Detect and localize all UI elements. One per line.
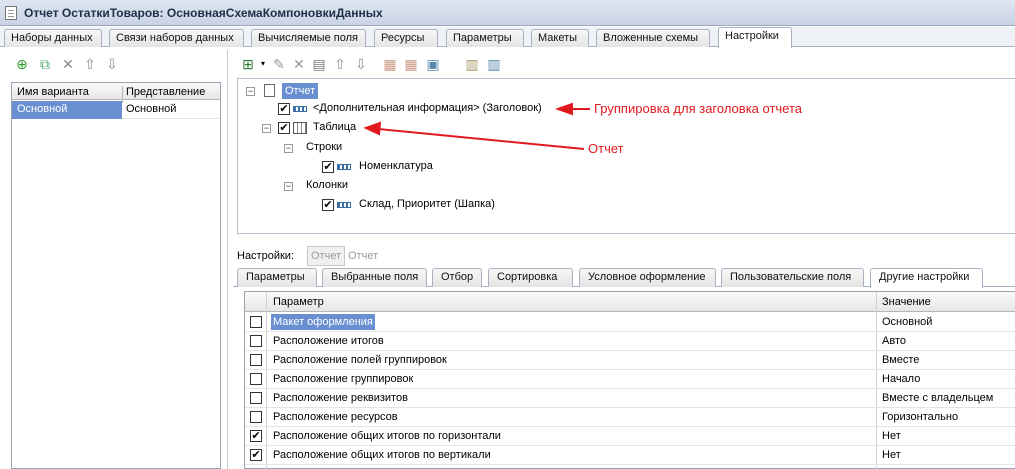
param-checkbox[interactable]: ✔ [250,430,262,442]
table-row[interactable]: Расположение реквизитов Вместе с владель… [245,389,1015,408]
param-name[interactable]: Расположение полей группировок [273,354,447,366]
move-up-icon[interactable]: ⇧ [332,56,348,72]
param-value[interactable]: Начало [882,373,920,385]
param-checkbox[interactable] [250,316,262,328]
column-header-parameter[interactable]: Параметр [273,296,324,308]
table-row[interactable]: ✔ Расположение общих итогов по вертикали… [245,446,1015,465]
column-header-presentation[interactable]: Представление [126,86,205,98]
edit-icon[interactable]: ✎ [271,56,287,72]
chevron-down-icon[interactable]: ▾ [255,56,271,72]
move-down-icon[interactable]: ⇩ [104,56,120,72]
variants-table: Имя варианта Представление Основной Осно… [11,82,221,469]
param-checkbox[interactable]: ✔ [250,449,262,461]
table-header: Параметр Значение [245,292,1015,312]
structure-panel: ⊞ ▾ ✎ ✕ ▤ ⇧ ⇩ ▦ ▦ ▣ ▥ ▥ − Отчет ✔ <Допол… [233,50,1015,469]
param-value[interactable]: Вместе с владельцем [882,392,993,404]
param-checkbox[interactable] [250,373,262,385]
param-name[interactable]: Расположение реквизитов [273,392,408,404]
annotation-group-header: Группировка для заголовка отчета [594,101,803,116]
tab-selected-fields[interactable]: Выбранные поля [322,268,427,287]
tab-parameters[interactable]: Параметры [237,268,317,287]
table-row[interactable]: Расположение группировок Начало [245,370,1015,389]
window-titlebar: Отчет ОстаткиТоваров: ОсновнаяСхемаКомпо… [0,0,1015,26]
move-down-icon[interactable]: ⇩ [353,56,369,72]
tab-filter[interactable]: Отбор [432,268,482,287]
tab-dataset-links[interactable]: Связи наборов данных [109,29,244,47]
tab-settings[interactable]: Настройки [718,27,792,48]
copy-icon[interactable]: ⧉ [37,56,53,72]
settings-report-icon[interactable]: ▣ [425,56,441,72]
column-header-variant-name[interactable]: Имя варианта [17,86,89,98]
window-title: Отчет ОстаткиТоваров: ОсновнаяСхемаКомпо… [24,6,383,20]
settings-tab-bar: Параметры Выбранные поля Отбор Сортировк… [233,268,1015,288]
tab-resources[interactable]: Ресурсы [374,29,438,47]
settings-icon[interactable]: ▦ [382,56,398,72]
top-tab-bar: Наборы данных Связи наборов данных Вычис… [0,27,1015,48]
settings-label: Настройки: [237,250,294,262]
tab-user-fields[interactable]: Пользовательские поля [721,268,864,287]
tab-datasets[interactable]: Наборы данных [4,29,102,47]
structure-tree: − Отчет ✔ <Дополнительная информация> (З… [237,78,1015,234]
param-checkbox[interactable] [250,335,262,347]
other-settings-table: Параметр Значение Макет оформления Основ… [244,291,1015,469]
table-row[interactable]: Расположение итогов Авто [245,332,1015,351]
param-value[interactable]: Нет [882,449,901,461]
variants-table-header: Имя варианта Представление [12,83,220,103]
settings-report-link[interactable]: Отчет [348,250,378,262]
table-row[interactable]: Расположение полей группировок Вместе [245,351,1015,370]
table-row[interactable]: Макет оформления Основной [245,313,1015,332]
variants-panel: ⊕ ⧉ ✕ ⇧ ⇩ Имя варианта Представление Осн… [7,50,228,469]
tab-parameters[interactable]: Параметры [446,29,524,47]
chart-view-icon[interactable]: ▥ [486,56,502,72]
param-checkbox[interactable] [250,354,262,366]
param-value[interactable]: Основной [882,316,932,328]
annotation-report: Отчет [588,141,624,156]
table-row[interactable]: Основной Основной [12,101,220,119]
delete-icon[interactable]: ✕ [291,56,307,72]
param-name[interactable]: Расположение общих итогов по вертикали [273,449,491,461]
tab-sort[interactable]: Сортировка [488,268,573,287]
param-value[interactable]: Нет [882,430,901,442]
delete-icon[interactable]: ✕ [60,56,76,72]
param-value[interactable]: Авто [882,335,906,347]
table-row[interactable]: ✔ Расположение общих итогов по горизонта… [245,427,1015,446]
add-group-icon[interactable]: ⊞ [240,56,256,72]
param-name[interactable]: Макет оформления [271,314,375,330]
variant-presentation-cell[interactable]: Основной [123,101,220,119]
param-name[interactable]: Расположение группировок [273,373,413,385]
param-name[interactable]: Расположение ресурсов [273,411,398,423]
properties-icon[interactable]: ▤ [311,56,327,72]
tab-conditional-format[interactable]: Условное оформление [579,268,716,287]
variant-name-cell[interactable]: Основной [12,101,122,119]
table-view-icon[interactable]: ▥ [464,56,480,72]
column-header-value[interactable]: Значение [882,296,931,308]
move-up-icon[interactable]: ⇧ [82,56,98,72]
table-row[interactable]: Расположение ресурсов Горизонтально [245,408,1015,427]
param-checkbox[interactable] [250,411,262,423]
param-value[interactable]: Вместе [882,354,919,366]
param-name[interactable]: Расположение общих итогов по горизонтали [273,430,501,442]
settings-group-icon[interactable]: ▦ [403,56,419,72]
tab-nested-schemas[interactable]: Вложенные схемы [596,29,710,47]
add-icon[interactable]: ⊕ [14,56,30,72]
param-checkbox[interactable] [250,392,262,404]
param-value[interactable]: Горизонтально [882,411,958,423]
document-icon [5,6,17,20]
tab-other-settings[interactable]: Другие настройки [870,268,983,288]
param-name[interactable]: Расположение итогов [273,335,384,347]
tab-calculated-fields[interactable]: Вычисляемые поля [251,29,366,47]
settings-report-button[interactable]: Отчет [307,246,346,266]
tab-templates[interactable]: Макеты [531,29,589,47]
